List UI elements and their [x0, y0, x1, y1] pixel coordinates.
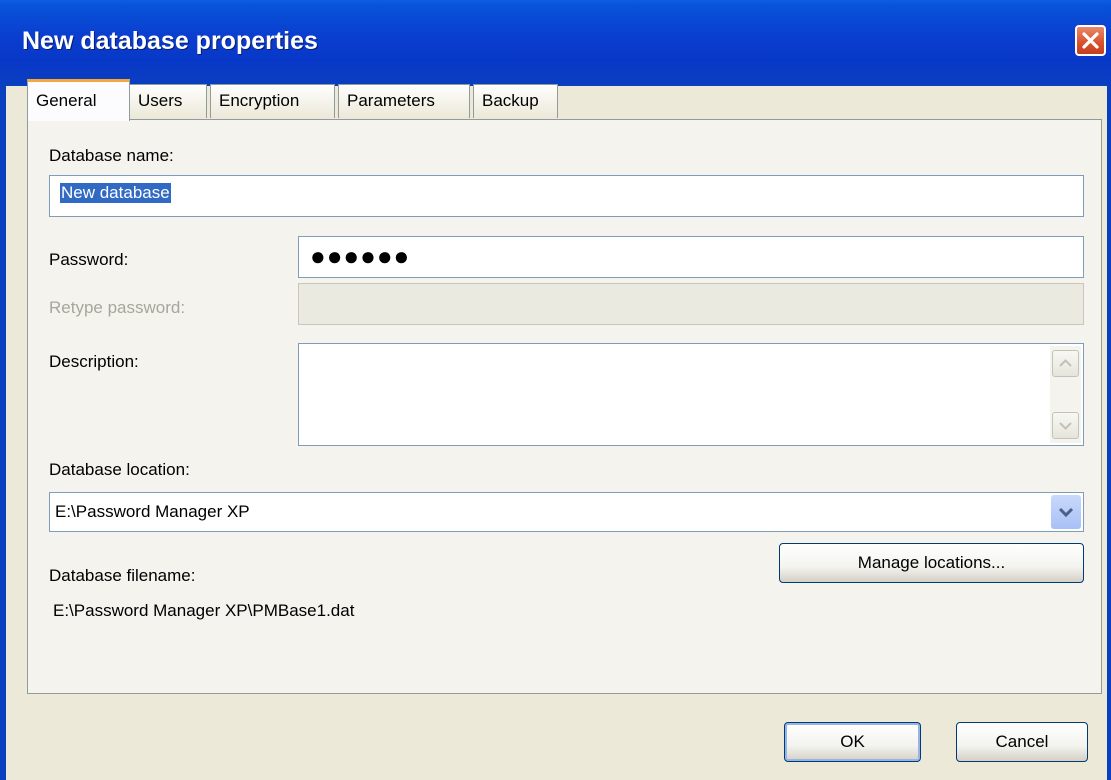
password-input[interactable]: ●●●●●● — [298, 236, 1084, 278]
scroll-up-button[interactable] — [1052, 350, 1079, 377]
scroll-down-button[interactable] — [1052, 412, 1079, 439]
database-name-value: New database — [60, 183, 171, 203]
manage-locations-button[interactable]: Manage locations... — [779, 543, 1084, 583]
database-name-label: Database name: — [49, 146, 174, 165]
password-value: ●●●●●● — [310, 241, 411, 271]
database-location-dropdown[interactable]: E:\Password Manager XP — [49, 492, 1084, 532]
close-icon — [1082, 32, 1099, 49]
chevron-up-icon — [1059, 359, 1072, 367]
tab-label: Encryption — [219, 91, 300, 110]
tab-encryption[interactable]: Encryption — [210, 84, 335, 118]
dropdown-arrow-button[interactable] — [1051, 495, 1081, 529]
window-border-right — [1107, 86, 1111, 780]
retype-password-input — [298, 283, 1084, 325]
database-location-label: Database location: — [49, 460, 190, 479]
chevron-down-icon — [1059, 422, 1072, 430]
window-border-left — [0, 86, 6, 780]
database-filename-value: E:\Password Manager XP\PMBase1.dat — [53, 601, 355, 620]
tab-backup[interactable]: Backup — [473, 84, 558, 118]
database-filename-label: Database filename: — [49, 566, 196, 585]
tab-label: Users — [138, 91, 183, 110]
close-button[interactable] — [1075, 25, 1106, 56]
description-scrollbar[interactable] — [1050, 346, 1081, 443]
tab-users[interactable]: Users — [129, 84, 207, 118]
cancel-button[interactable]: Cancel — [956, 722, 1088, 762]
retype-password-label: Retype password: — [49, 298, 186, 317]
manage-locations-label: Manage locations... — [857, 553, 1006, 572]
tab-label: General — [36, 91, 97, 110]
tab-parameters[interactable]: Parameters — [338, 84, 470, 118]
database-name-input[interactable]: New database — [49, 175, 1084, 217]
general-tab-panel: Database name: New database Password: ●●… — [27, 119, 1102, 694]
tab-label: Backup — [482, 91, 539, 110]
title-bar[interactable]: New database properties — [0, 0, 1111, 86]
ok-button[interactable]: OK — [784, 722, 921, 762]
tab-general[interactable]: General — [27, 79, 130, 121]
window-title: New database properties — [22, 27, 318, 55]
password-label: Password: — [49, 250, 129, 269]
database-location-value: E:\Password Manager XP — [55, 502, 250, 521]
ok-label: OK — [840, 732, 865, 751]
chevron-down-icon — [1058, 507, 1074, 518]
description-label: Description: — [49, 352, 139, 371]
cancel-label: Cancel — [995, 732, 1049, 751]
tab-label: Parameters — [347, 91, 435, 110]
description-input[interactable] — [298, 343, 1084, 446]
